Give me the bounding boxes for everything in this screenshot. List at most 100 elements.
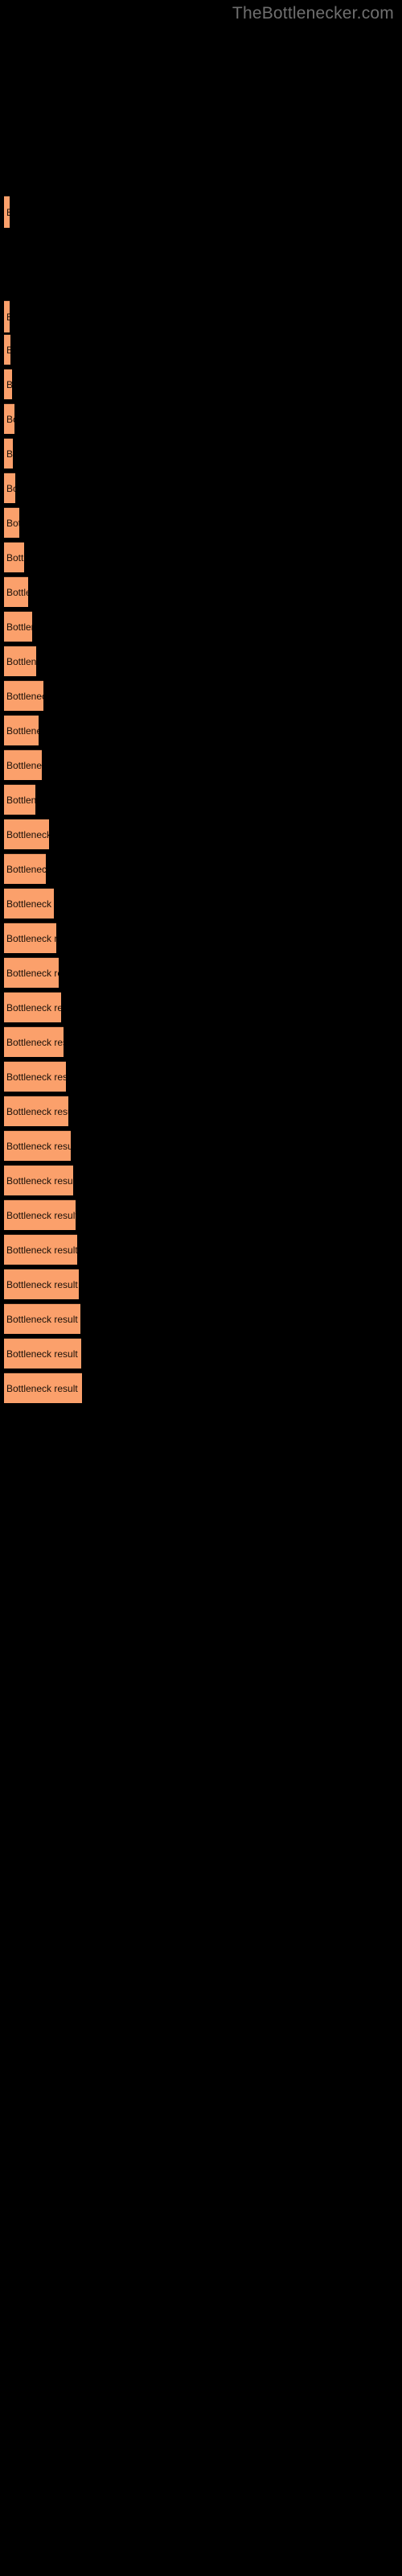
bar-label: Bottleneck result (6, 933, 56, 944)
bar-label: Bottleneck result (6, 656, 36, 667)
bar-row: Bottleneck result (0, 992, 402, 1022)
bar-label: Bottleneck result (6, 414, 14, 425)
bar-row: Bottleneck result (0, 853, 402, 884)
bar-row: Bottleneck result (0, 715, 402, 745)
bar-row: Bottleneck result (0, 1026, 402, 1057)
bar[interactable]: Bottleneck result (4, 576, 28, 607)
bar[interactable]: Bottleneck result (4, 542, 24, 572)
bar[interactable]: Bottleneck result (4, 680, 43, 711)
bar[interactable]: Bottleneck result (4, 1061, 66, 1092)
bar-row: Bottleneck result (0, 784, 402, 815)
bar-label: Bottleneck result (6, 1141, 71, 1152)
bar-row: Bottleneck result (0, 473, 402, 503)
bar[interactable]: Bottleneck result (4, 507, 19, 538)
bar-row: Bottleneck result (0, 334, 402, 365)
bar-row: Bottleneck result (0, 923, 402, 953)
bar[interactable]: Bottleneck result (4, 1130, 71, 1161)
bar-row: Bottleneck result (0, 1234, 402, 1265)
bar[interactable]: Bottleneck result (4, 784, 35, 815)
bar-row: Bottleneck result (0, 749, 402, 780)
bar[interactable]: Bottleneck result (4, 1165, 73, 1195)
bar-label: Bottleneck result (6, 829, 49, 840)
bar[interactable]: Bottleneck result (4, 403, 14, 434)
bar-label: Bottleneck result (6, 1348, 78, 1360)
bar-label: Bottleneck result (4, 196, 10, 228)
bar[interactable]: Bottleneck result (4, 749, 42, 780)
bar-label: Bottleneck result (6, 1002, 61, 1013)
bar-row: Bottleneck result (0, 611, 402, 642)
bar-label: Bottleneck result (6, 518, 19, 529)
bar-label: Bottleneck result (6, 1314, 78, 1325)
bar[interactable]: Bottleneck result (4, 1026, 64, 1057)
bar[interactable]: Bottleneck result (4, 1373, 82, 1403)
bar[interactable]: Bottleneck result (4, 992, 61, 1022)
bar-row: Bottleneck result (0, 507, 402, 538)
bar-label: Bottleneck result (6, 1245, 77, 1256)
bar-label: Bottleneck result (6, 483, 15, 494)
bar-label: Bottleneck result (6, 1279, 78, 1290)
bar-row: Bottleneck result (0, 957, 402, 988)
bar-label: Bottleneck result (6, 1175, 73, 1187)
bar-row: Bottleneck result (0, 1338, 402, 1368)
bar[interactable]: Bottleneck result (4, 473, 15, 503)
bar-label: Bottleneck result (6, 1037, 64, 1048)
bar[interactable]: Bottleneck result (4, 611, 32, 642)
bar[interactable]: Bottleneck result (4, 923, 56, 953)
bar-label: Bottleneck result (6, 795, 35, 806)
bar-label: Bottleneck result (6, 864, 46, 875)
bar[interactable]: Bottleneck result (4, 819, 49, 849)
bottleneck-bar-chart: Bottleneck result Bottleneck result Bottle… (0, 0, 402, 2576)
bar-row: Bottleneck result (0, 576, 402, 607)
bar-row: Bottleneck result (0, 1269, 402, 1299)
bar[interactable]: Bottleneck result (4, 369, 12, 399)
bar[interactable]: Bottleneck result (4, 196, 10, 228)
bar-row: Bottleneck result (0, 369, 402, 399)
bar-label: Bottleneck result (6, 691, 43, 702)
bar-label: Bottleneck result (6, 725, 39, 737)
bar-label: Bottleneck result (4, 301, 10, 332)
bar-row: Bottleneck result (0, 1373, 402, 1403)
bar[interactable]: Bottleneck result (4, 334, 10, 365)
bar[interactable]: Bottleneck result (4, 888, 54, 919)
bar-label: Bottleneck result (6, 968, 59, 979)
bar[interactable]: Bottleneck result (4, 1234, 77, 1265)
bar-label: Bottleneck result (6, 621, 32, 633)
bar-label: Bottleneck result (6, 1071, 66, 1083)
bar[interactable]: Bottleneck result (4, 1199, 76, 1230)
bar[interactable]: Bottleneck result (4, 1338, 81, 1368)
bar-row: Bottleneck result (0, 438, 402, 469)
bar-row: Bottleneck result (0, 680, 402, 711)
bar-row: Bottleneck result (0, 1096, 402, 1126)
bar[interactable]: Bottleneck result (4, 646, 36, 676)
bar-row: Bottleneck result (0, 300, 402, 332)
bar-row: Bottleneck result (0, 196, 402, 228)
bar-label: Bottleneck result (6, 1210, 76, 1221)
bar-row: Bottleneck result (0, 542, 402, 572)
bar-label: Bottleneck result (6, 898, 54, 910)
bar-label: Bottleneck result (4, 335, 10, 365)
bar[interactable]: Bottleneck result (4, 1269, 79, 1299)
bar-row: Bottleneck result (0, 1165, 402, 1195)
bar-label: Bottleneck result (6, 760, 42, 771)
bar[interactable]: Bottleneck result (4, 853, 46, 884)
bar-row: Bottleneck result (0, 1199, 402, 1230)
bar[interactable]: Bottleneck result (4, 715, 39, 745)
bar[interactable]: Bottleneck result (4, 1096, 68, 1126)
bar-label: Bottleneck result (6, 448, 13, 460)
bar[interactable]: Bottleneck result (4, 957, 59, 988)
bar-row: Bottleneck result (0, 646, 402, 676)
bar-row: Bottleneck result (0, 1130, 402, 1161)
bar-row: Bottleneck result (0, 888, 402, 919)
bar[interactable]: Bottleneck result (4, 438, 13, 469)
bar-row: Bottleneck result (0, 819, 402, 849)
bar-label: Bottleneck result (6, 1383, 78, 1394)
bar-label: Bottleneck result (6, 1106, 68, 1117)
bar[interactable]: Bottleneck result (4, 1303, 80, 1334)
bar-label: Bottleneck result (4, 369, 12, 399)
bar-row: Bottleneck result (0, 1061, 402, 1092)
bar-row: Bottleneck result (0, 1303, 402, 1334)
bar-row: Bottleneck result (0, 403, 402, 434)
bar[interactable]: Bottleneck result (4, 300, 10, 332)
bar-label: Bottleneck result (6, 552, 24, 564)
bar-label: Bottleneck result (6, 587, 28, 598)
